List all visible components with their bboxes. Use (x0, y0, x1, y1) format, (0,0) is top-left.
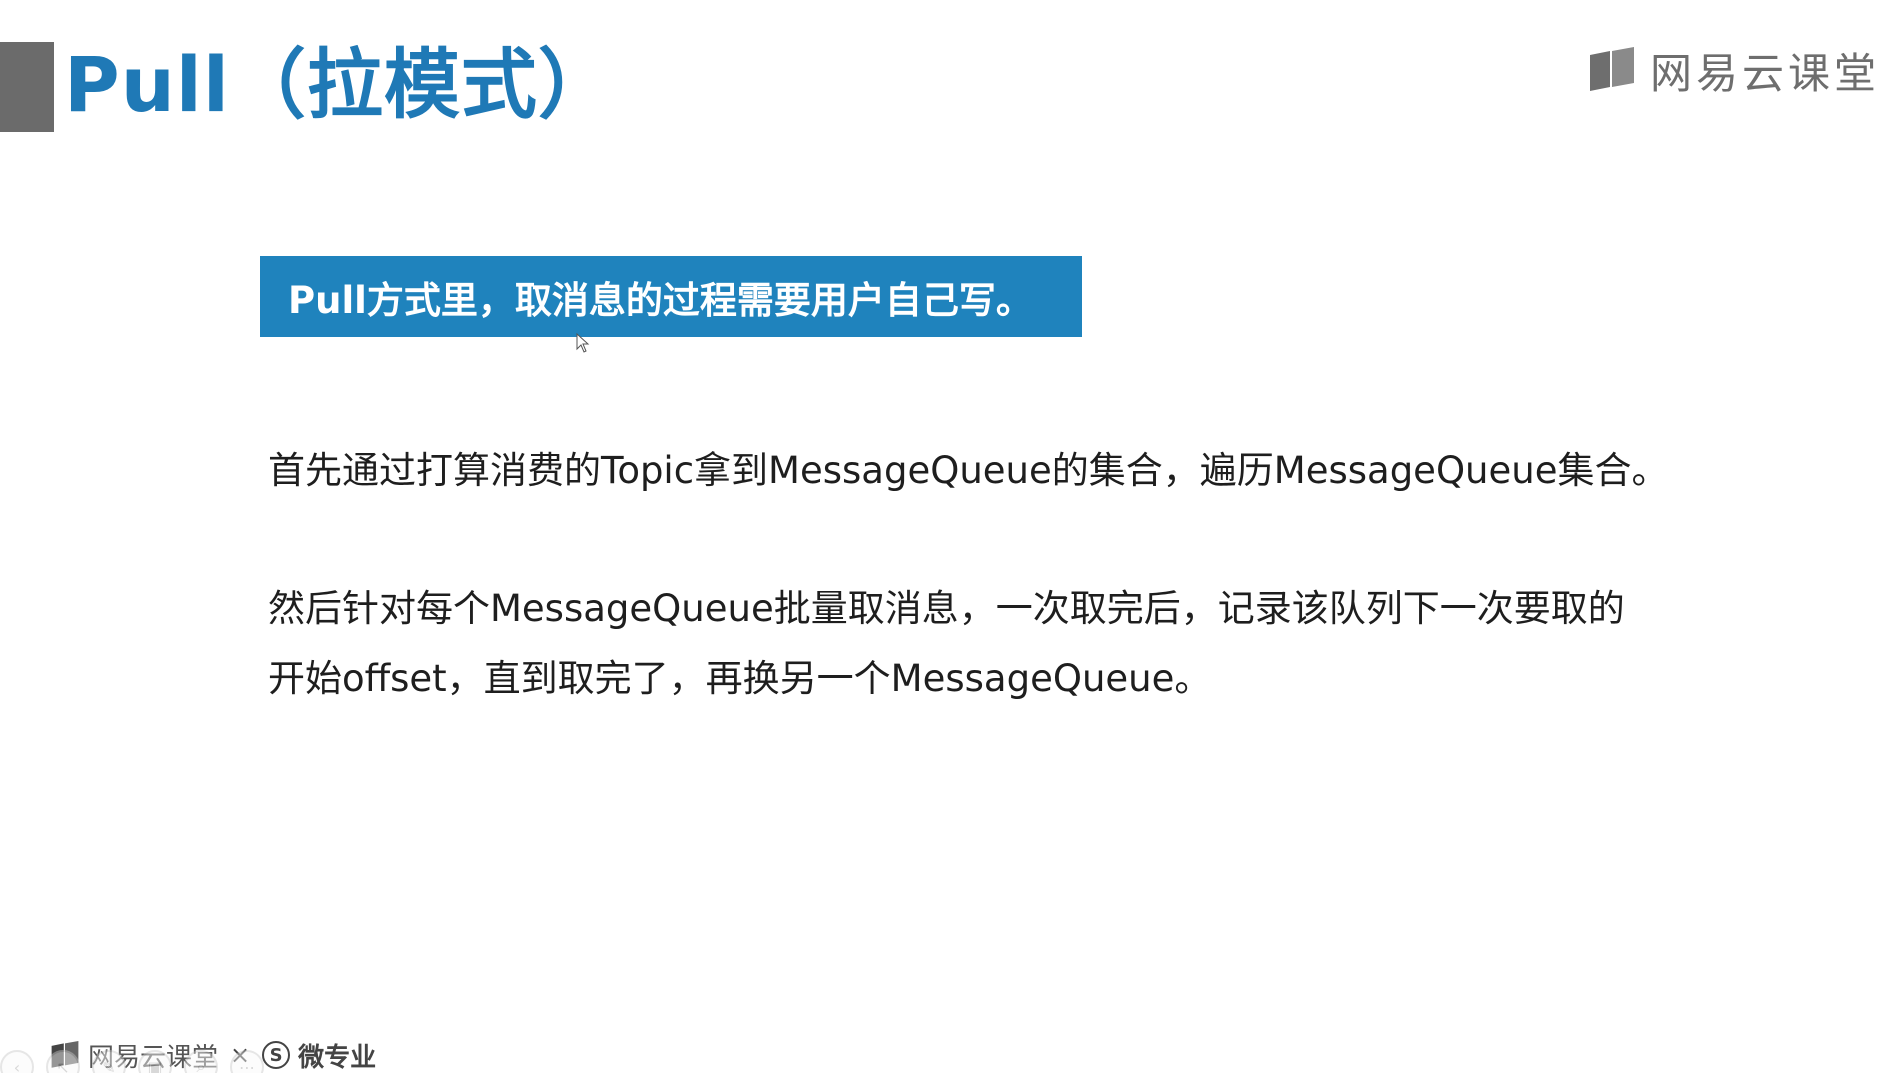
brand-top-text: 网易云课堂 (1649, 48, 1880, 98)
book-logo-icon (1589, 47, 1634, 91)
prev-slide-button[interactable]: ‹ (0, 1050, 34, 1073)
presentation-controls: ‹ ↖ ✎ ▣ ⌕ ⋯ (0, 1050, 264, 1073)
slide: Pull（拉模式） 网易云课堂 Pull方式里，取消息的过程需要用户自己写。 首… (0, 0, 1904, 1073)
callout-text: Pull方式里，取消息的过程需要用户自己写。 (288, 278, 1033, 322)
paragraph-1-text: 首先通过打算消费的Topic拿到MessageQueue的集合，遍历Messag… (268, 449, 1669, 492)
title-accent-bar (0, 42, 54, 132)
footer-partner-text: 微专业 (298, 1042, 377, 1073)
paragraph-1: 首先通过打算消费的Topic拿到MessageQueue的集合，遍历Messag… (268, 436, 1669, 506)
zoom-button[interactable]: ⌕ (184, 1050, 218, 1073)
brand-top: 网易云课堂 (1588, 40, 1880, 100)
mouse-pointer-icon (576, 333, 590, 353)
callout-box: Pull方式里，取消息的过程需要用户自己写。 (260, 256, 1082, 337)
paragraph-2: 然后针对每个MessageQueue批量取消息，一次取完后，记录该队列下一次要取… (268, 574, 1625, 714)
slide-overview-button[interactable]: ▣ (138, 1050, 172, 1073)
paragraph-2-line-1: 然后针对每个MessageQueue批量取消息，一次取完后，记录该队列下一次要取… (268, 587, 1625, 630)
paragraph-2-line-2: 开始offset，直到取完了，再换另一个MessageQueue。 (268, 657, 1212, 700)
slide-title: Pull（拉模式） (64, 40, 615, 129)
s-logo-icon: S (262, 1041, 291, 1069)
more-options-button[interactable]: ⋯ (230, 1050, 264, 1073)
pointer-tool-button[interactable]: ↖ (46, 1050, 80, 1073)
pen-tool-button[interactable]: ✎ (92, 1050, 126, 1073)
